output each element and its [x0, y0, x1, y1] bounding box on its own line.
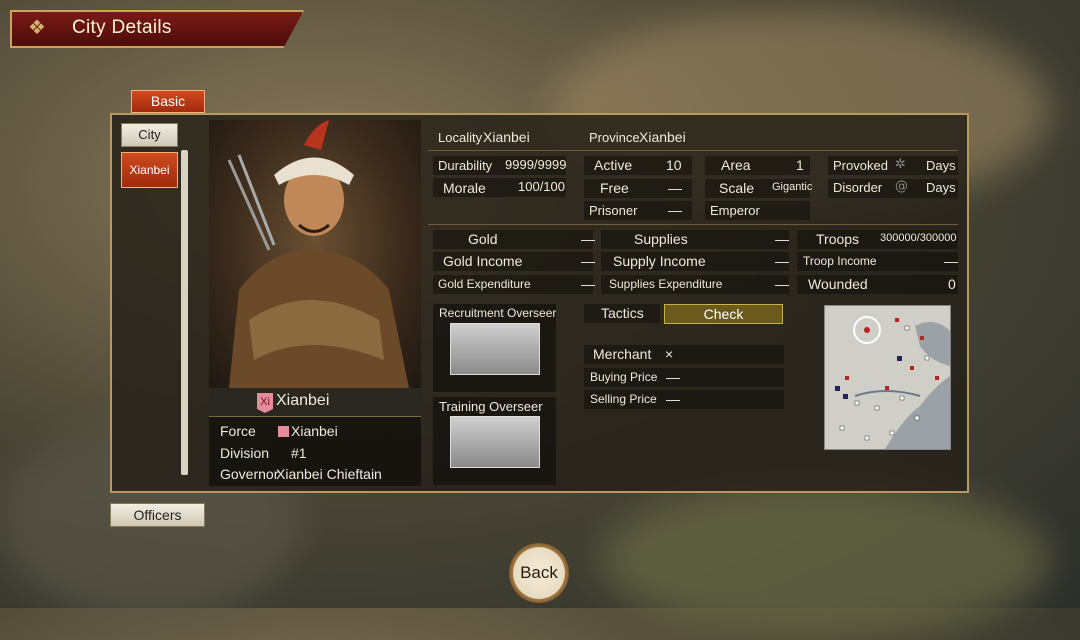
- force-label: Force: [220, 423, 256, 439]
- training-overseer-label: Training Overseer: [439, 399, 543, 414]
- provoked-unit: Days: [926, 158, 956, 173]
- selling-price-label: Selling Price: [590, 392, 657, 406]
- province-label: Province: [589, 130, 640, 145]
- buying-price-value: —: [666, 369, 680, 385]
- merchant-label: Merchant: [593, 346, 652, 362]
- province-value: Xianbei: [639, 129, 686, 145]
- back-button[interactable]: Back: [509, 543, 569, 603]
- gold-expenditure-value: —: [581, 276, 595, 292]
- background-terrain: [600, 480, 1050, 640]
- tab-basic[interactable]: Basic: [131, 90, 205, 113]
- divider: [428, 150, 958, 151]
- prisoner-value: —: [668, 202, 682, 218]
- troops-value: 300000/300000: [880, 232, 957, 244]
- force-flag-icon: Xi: [257, 393, 273, 413]
- troop-income-label: Troop Income: [803, 254, 877, 268]
- selling-price-value: —: [666, 391, 680, 407]
- gold-label: Gold: [468, 231, 498, 247]
- active-value: 10: [666, 157, 682, 173]
- supplies-row: [601, 230, 789, 249]
- durability-label: Durability: [438, 158, 493, 173]
- morale-value: 100/100: [518, 179, 565, 194]
- officer-portrait-art: [227, 120, 409, 388]
- disorder-icon: @: [895, 179, 908, 194]
- governor-label: Governor: [220, 466, 279, 482]
- supplies-expenditure-label: Supplies Expenditure: [609, 277, 723, 291]
- gold-income-label: Gold Income: [443, 253, 523, 269]
- locality-label: Locality: [438, 130, 483, 145]
- supplies-value: —: [775, 231, 789, 247]
- gold-value: —: [581, 231, 595, 247]
- gold-income-value: —: [581, 253, 595, 269]
- morale-label: Morale: [443, 180, 486, 196]
- gold-row: [433, 230, 593, 249]
- free-label: Free: [600, 180, 629, 196]
- screen-title-banner: ❖ City Details: [10, 10, 304, 48]
- disorder-unit: Days: [926, 180, 956, 195]
- disorder-label: Disorder: [833, 180, 883, 195]
- minimap-art: [835, 316, 950, 449]
- city-list-item-selected[interactable]: Xianbei: [121, 152, 178, 188]
- tactics-check-button[interactable]: Check: [664, 304, 783, 324]
- officer-portrait: [209, 120, 421, 388]
- supply-income-value: —: [775, 253, 789, 269]
- divider: [428, 224, 958, 225]
- troop-income-value: —: [944, 253, 958, 269]
- training-overseer-portrait[interactable]: [450, 416, 540, 468]
- scrollbar[interactable]: [181, 150, 188, 475]
- supply-income-label: Supply Income: [613, 253, 706, 269]
- minimap[interactable]: [824, 305, 951, 450]
- recruitment-overseer-label: Recruitment Overseer: [439, 306, 557, 320]
- area-value: 1: [796, 157, 804, 173]
- officer-name-bar: Xi Xianbei: [209, 388, 421, 417]
- free-value: —: [668, 180, 682, 196]
- prisoner-label: Prisoner: [589, 203, 638, 218]
- wounded-value: 0: [948, 276, 956, 292]
- officers-button[interactable]: Officers: [110, 503, 205, 527]
- screen-title: City Details: [72, 17, 172, 38]
- force-color-swatch: [278, 426, 289, 437]
- provoked-icon: ✲: [895, 157, 906, 172]
- area-label: Area: [721, 157, 751, 173]
- division-label: Division: [220, 445, 270, 461]
- merchant-value: ×: [665, 346, 674, 362]
- officer-name: Xianbei: [276, 392, 330, 409]
- locality-value: Xianbei: [483, 129, 530, 145]
- durability-value: 9999/9999: [505, 157, 567, 172]
- troops-label: Troops: [816, 231, 860, 247]
- force-value: Xianbei: [291, 423, 338, 439]
- scale-label: Scale: [719, 180, 755, 196]
- division-value: #1: [291, 445, 307, 461]
- ornament-icon: ❖: [28, 15, 46, 39]
- buying-price-label: Buying Price: [590, 370, 658, 384]
- scale-value: Gigantic: [772, 181, 813, 193]
- city-button[interactable]: City: [121, 123, 178, 147]
- active-label: Active: [594, 157, 633, 173]
- gold-expenditure-label: Gold Expenditure: [438, 277, 531, 291]
- emperor-label: Emperor: [710, 203, 760, 218]
- supplies-expenditure-value: —: [775, 276, 789, 292]
- supplies-label: Supplies: [634, 231, 688, 247]
- tactics-label: Tactics: [601, 305, 644, 321]
- provoked-label: Provoked: [833, 158, 888, 173]
- recruitment-overseer-portrait[interactable]: [450, 323, 540, 375]
- wounded-label: Wounded: [808, 276, 868, 292]
- governor-value: Xianbei Chieftain: [276, 466, 382, 482]
